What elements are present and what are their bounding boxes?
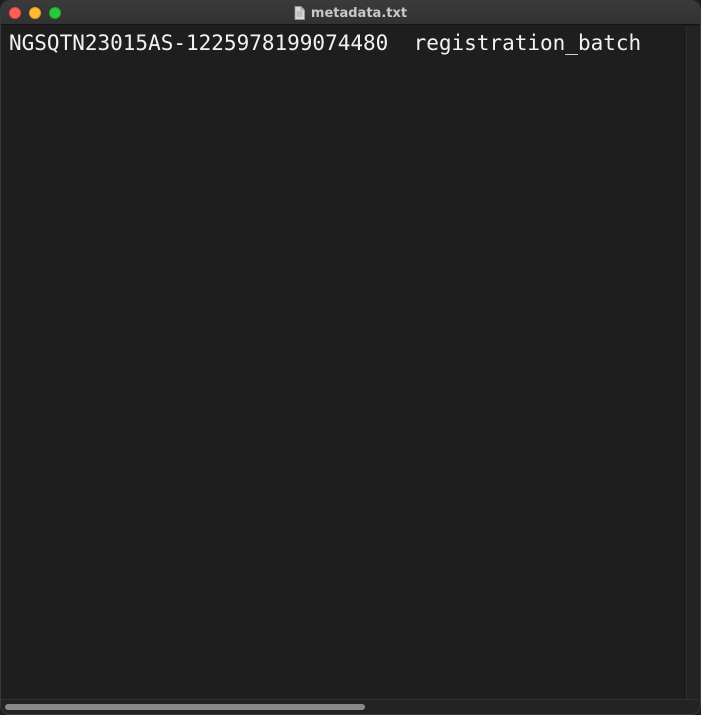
horizontal-scrollbar-thumb[interactable] bbox=[5, 704, 365, 710]
title-bar[interactable]: metadata.txt bbox=[1, 1, 700, 25]
window-title: metadata.txt bbox=[310, 5, 408, 21]
document-icon bbox=[294, 6, 305, 20]
text-editor-window: metadata.txt NGSQTN23015AS-1225978199074… bbox=[0, 0, 701, 715]
text-editor-area[interactable]: NGSQTN23015AS-1225978199074480 registrat… bbox=[1, 26, 687, 700]
horizontal-scrollbar[interactable] bbox=[1, 699, 700, 714]
window-title-group: metadata.txt bbox=[1, 1, 700, 25]
vertical-scrollbar[interactable] bbox=[686, 26, 700, 700]
text-line-1[interactable]: NGSQTN23015AS-1225978199074480 registrat… bbox=[9, 29, 641, 57]
